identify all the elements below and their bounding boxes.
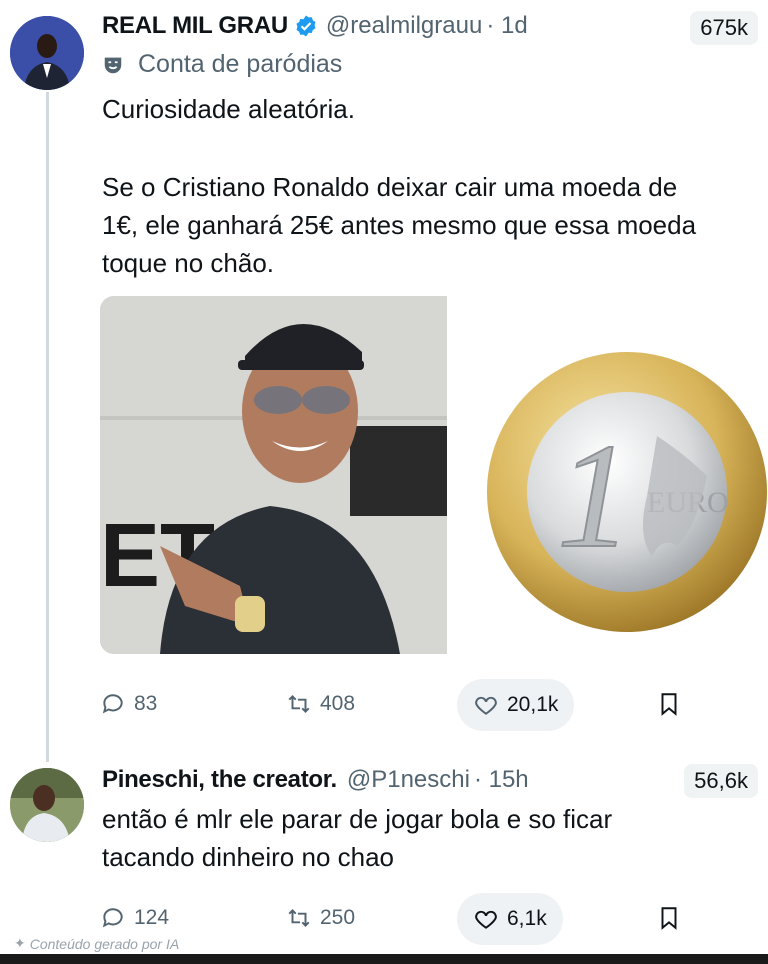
parody-label: Conta de paródias xyxy=(102,50,342,79)
tweet-text-line: Se o Cristiano Ronaldo deixar cair uma m… xyxy=(102,172,678,202)
reply-icon xyxy=(102,908,123,928)
bottom-bar xyxy=(0,954,768,964)
bookmark-icon xyxy=(661,907,677,930)
thread-connector xyxy=(46,92,49,762)
author-avatar[interactable] xyxy=(10,16,84,90)
parody-label-text: Conta de paródias xyxy=(138,50,343,78)
reply-icon xyxy=(102,694,123,714)
tweet-header: REAL MIL GRAU @realmilgrauu · 1d xyxy=(102,12,528,40)
verified-badge-icon xyxy=(296,15,316,37)
sparkle-icon: ✦ xyxy=(14,935,26,951)
retweet-icon xyxy=(288,695,310,713)
euro-coin-image[interactable]: 1 EURO xyxy=(447,296,768,654)
heart-icon xyxy=(475,910,497,929)
reply-time[interactable]: · 15h xyxy=(474,766,529,794)
reply-like-count: 6,1k xyxy=(507,907,547,930)
bookmark-icon xyxy=(661,693,677,716)
retweet-count: 408 xyxy=(320,692,356,715)
reply-header: Pineschi, the creator. @P1neschi · 15h xyxy=(102,766,529,794)
avatar-figure xyxy=(10,16,84,90)
ronaldo-illustration: ET xyxy=(100,296,447,654)
reply-author-avatar[interactable] xyxy=(10,768,84,842)
reply-author-name[interactable]: Pineschi, the creator. xyxy=(102,766,337,794)
like-count: 20,1k xyxy=(507,693,559,716)
reply-reply-button[interactable]: 124 xyxy=(100,905,169,931)
reply-view-count: 56,6k xyxy=(684,764,758,798)
heart-icon xyxy=(475,696,497,715)
reply-button[interactable]: 83 xyxy=(100,691,157,717)
reply-bookmark-button[interactable] xyxy=(656,905,690,931)
reply-like-button[interactable]: 6,1k xyxy=(457,893,563,945)
reply-retweet-button[interactable]: 250 xyxy=(286,905,355,931)
reply-actions: 124 250 6,1k xyxy=(100,893,700,945)
ai-watermark: ✦ Conteúdo gerado por IA xyxy=(14,935,179,952)
tweet-time[interactable]: · 1d xyxy=(486,12,527,40)
author-handle[interactable]: @realmilgrauu xyxy=(326,12,482,40)
tweet-text-line: toque no chão. xyxy=(102,248,275,278)
coin-numeral: 1 xyxy=(557,413,632,579)
tweet-text-line: 1€, ele ganhará 25€ antes mesmo que essa… xyxy=(102,210,697,240)
retweet-button[interactable]: 408 xyxy=(286,691,355,717)
euro-coin-illustration: 1 EURO xyxy=(487,352,767,632)
reply-retweet-count: 250 xyxy=(320,906,356,929)
ronaldo-photo[interactable]: ET xyxy=(100,296,447,654)
parody-mask-icon xyxy=(104,57,122,73)
like-button[interactable]: 20,1k xyxy=(457,679,575,731)
reply-count: 83 xyxy=(134,692,158,715)
reply-text-line: então é mlr ele parar de jogar bola e so… xyxy=(102,804,613,834)
reply-avatar-figure xyxy=(10,768,84,842)
watermark-text: Conteúdo gerado por IA xyxy=(29,935,180,952)
reply-text-line: tacando dinheiro no chao xyxy=(102,842,395,872)
reply-author-handle[interactable]: @P1neschi xyxy=(347,766,470,794)
tweet-media[interactable]: ET 1 xyxy=(100,296,768,654)
retweet-icon xyxy=(288,909,310,927)
bookmark-button[interactable] xyxy=(656,691,690,717)
tweet-actions: 83 408 20,1k xyxy=(100,679,700,731)
view-count: 675k xyxy=(690,11,758,45)
tweet-text-line: Curiosidade aleatória. xyxy=(102,94,355,124)
reply-reply-count: 124 xyxy=(134,906,170,929)
author-name[interactable]: REAL MIL GRAU xyxy=(102,12,288,40)
